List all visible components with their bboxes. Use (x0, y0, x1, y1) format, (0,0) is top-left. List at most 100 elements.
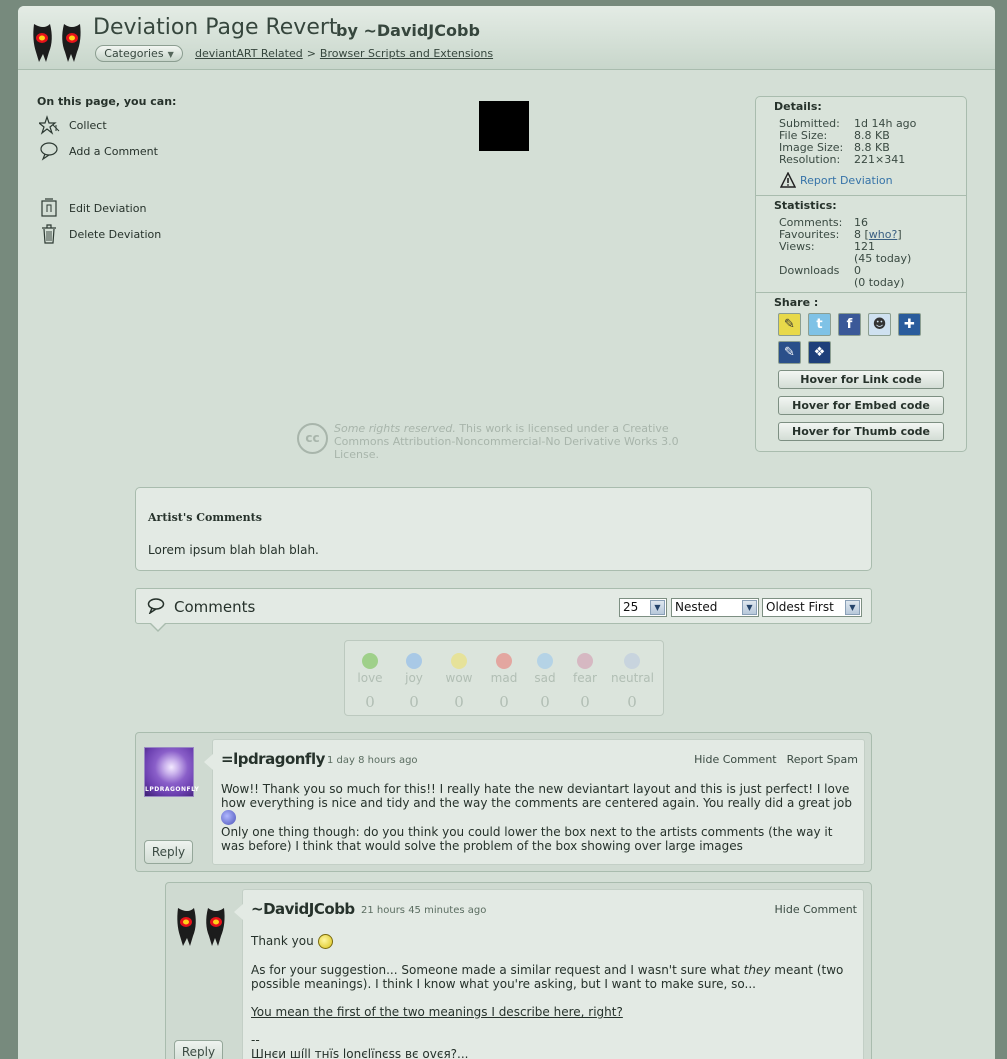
mood-count: 0 (409, 693, 419, 711)
categories-button[interactable]: Categories ▼ (95, 45, 183, 62)
hide-comment-link[interactable]: Hide Comment (694, 753, 776, 766)
joy-face-icon (406, 653, 422, 669)
myspace-icon[interactable]: ❖ (808, 341, 831, 364)
mood-count: 0 (580, 693, 590, 711)
reddit-icon[interactable]: ☻ (868, 313, 891, 336)
breadcrumb: deviantART Related > Browser Scripts and E… (195, 47, 493, 60)
comment-card: =lpdragonfly 1 day 8 hours ago Hide Comm… (204, 739, 865, 865)
collect-label: Collect (69, 119, 107, 132)
mood-label: mad (490, 671, 518, 685)
artist-comments-body: Lorem ipsum blah blah blah. (148, 543, 319, 557)
comment-text: Wow!! Thank you so much for this!! I rea… (221, 782, 852, 810)
fear-face-icon (577, 653, 593, 669)
neutral-face-icon (624, 653, 640, 669)
thumb-code-button[interactable]: Hover for Thumb code (778, 422, 944, 441)
comment-actions: Hide Comment (765, 903, 857, 916)
facebook-icon[interactable]: f (838, 313, 861, 336)
comment-card: ~DavidJCobb 21 hours 45 minutes ago Hide… (234, 889, 864, 1059)
mad-face-icon (496, 653, 512, 669)
comments-title: Comments (174, 598, 256, 616)
header-notch (150, 623, 166, 632)
details-panel: Details: Submitted: 1d 14h ago File Size:… (755, 96, 967, 452)
hide-comment-link[interactable]: Hide Comment (775, 903, 857, 916)
signature-text: Шнєи ші́ll тнїs lonєlїnєss вє ovєя?... (251, 1047, 469, 1059)
breadcrumb-link-devart-related[interactable]: deviantART Related (195, 47, 303, 60)
delete-deviation-label: Delete Deviation (69, 228, 162, 241)
license-rights[interactable]: Some rights reserved. (334, 422, 456, 435)
comment-emphasis: they (743, 963, 771, 977)
comment-link[interactable]: You mean the first of the two meanings I… (251, 1005, 623, 1019)
stat-value: (45 today) (854, 252, 912, 265)
sad-face-icon (537, 653, 553, 669)
breadcrumb-separator: > (306, 47, 316, 60)
wow-face-icon (451, 653, 467, 669)
trash-icon (42, 224, 56, 244)
comment-text: Only one thing though: do you think you … (221, 825, 833, 853)
mood-label: sad (534, 671, 556, 685)
comment-line: Thank you (251, 934, 856, 949)
stat-key: Views: (779, 240, 815, 253)
report-spam-link[interactable]: Report Spam (787, 753, 858, 766)
deviation-image[interactable] (479, 101, 529, 151)
detail-key: Resolution: (779, 153, 841, 166)
comment-username[interactable]: ~DavidJCobb (251, 900, 355, 918)
planet-emote-icon (221, 810, 236, 825)
divider (756, 292, 966, 293)
detail-value: 221×341 (854, 153, 906, 166)
warning-icon (780, 172, 796, 188)
mood-count: 0 (627, 693, 637, 711)
link-code-button[interactable]: Hover for Link code (778, 370, 944, 389)
comment-username[interactable]: =lpdragonfly (221, 750, 325, 768)
details-title: Details: (774, 100, 822, 113)
twitter-icon[interactable]: t (808, 313, 831, 336)
share-title: Share : (774, 296, 819, 309)
reply-button[interactable]: Reply (174, 1040, 223, 1059)
author-avatar[interactable] (30, 18, 84, 64)
comment-thread: LPDRAGONFLY Reply =lpdragonfly 1 day 8 h… (135, 732, 872, 872)
comment-timestamp[interactable]: 1 day 8 hours ago (327, 755, 418, 766)
smile-emote-icon (317, 934, 333, 949)
page-container: Deviation Page Revert by ~DavidJCobb Cat… (18, 6, 995, 1059)
chevron-down-icon: ▼ (650, 600, 665, 615)
license-text: Some rights reserved. This work is licen… (334, 422, 694, 461)
breadcrumb-link-browser-scripts[interactable]: Browser Scripts and Extensions (320, 47, 493, 60)
comments-bubble-icon (147, 598, 165, 614)
edit-icon (41, 198, 57, 217)
reply-button[interactable]: Reply (144, 840, 193, 864)
comment-text: As for your suggestion... Someone made a… (251, 963, 856, 991)
view-mode-value: Nested (675, 600, 718, 614)
deviation-title: Deviation Page Revert (93, 15, 338, 40)
comment-text-part: As for your suggestion... Someone made a… (251, 963, 744, 977)
embed-code-button[interactable]: Hover for Embed code (778, 396, 944, 415)
mood-bar: love 0 joy 0 wow 0 mad 0 sad 0 fear 0 neutral 0 (344, 640, 664, 716)
mood-label: joy (405, 671, 423, 685)
commenter-avatar[interactable]: LPDRAGONFLY (144, 747, 199, 797)
mood-count: 0 (499, 693, 509, 711)
comment-timestamp[interactable]: 21 hours 45 minutes ago (361, 905, 486, 916)
delicious-icon[interactable]: ✚ (898, 313, 921, 336)
chevron-down-icon: ▼ (742, 600, 757, 615)
report-deviation-label: Report Deviation (800, 174, 893, 187)
actions-title: On this page, you can: (37, 95, 177, 108)
chevron-down-icon: ▼ (167, 50, 174, 59)
comment-icon (40, 142, 58, 161)
add-comment-label: Add a Comment (69, 145, 158, 158)
categories-label: Categories (104, 47, 164, 60)
sort-order-value: Oldest First (766, 600, 834, 614)
card-notch (204, 754, 213, 770)
statistics-title: Statistics: (774, 199, 837, 212)
comment-body: Wow!! Thank you so much for this!! I rea… (221, 782, 857, 853)
sort-order-select[interactable]: Oldest First ▼ (762, 598, 862, 617)
commenter-avatar[interactable] (174, 902, 228, 948)
deviation-author[interactable]: by ~DavidJCobb (336, 21, 480, 40)
note-icon[interactable]: ✎ (778, 313, 801, 336)
comments-header: Comments 25 ▼ Nested ▼ Oldest First ▼ (135, 588, 872, 632)
edit-share-icon[interactable]: ✎ (778, 341, 801, 364)
creative-commons-icon[interactable]: cc (297, 423, 328, 454)
view-mode-select[interactable]: Nested ▼ (671, 598, 759, 617)
comment-actions: Hide Comment Report Spam (684, 753, 858, 766)
favourites-bracket: ] (897, 228, 902, 241)
per-page-select[interactable]: 25 ▼ (619, 598, 667, 617)
